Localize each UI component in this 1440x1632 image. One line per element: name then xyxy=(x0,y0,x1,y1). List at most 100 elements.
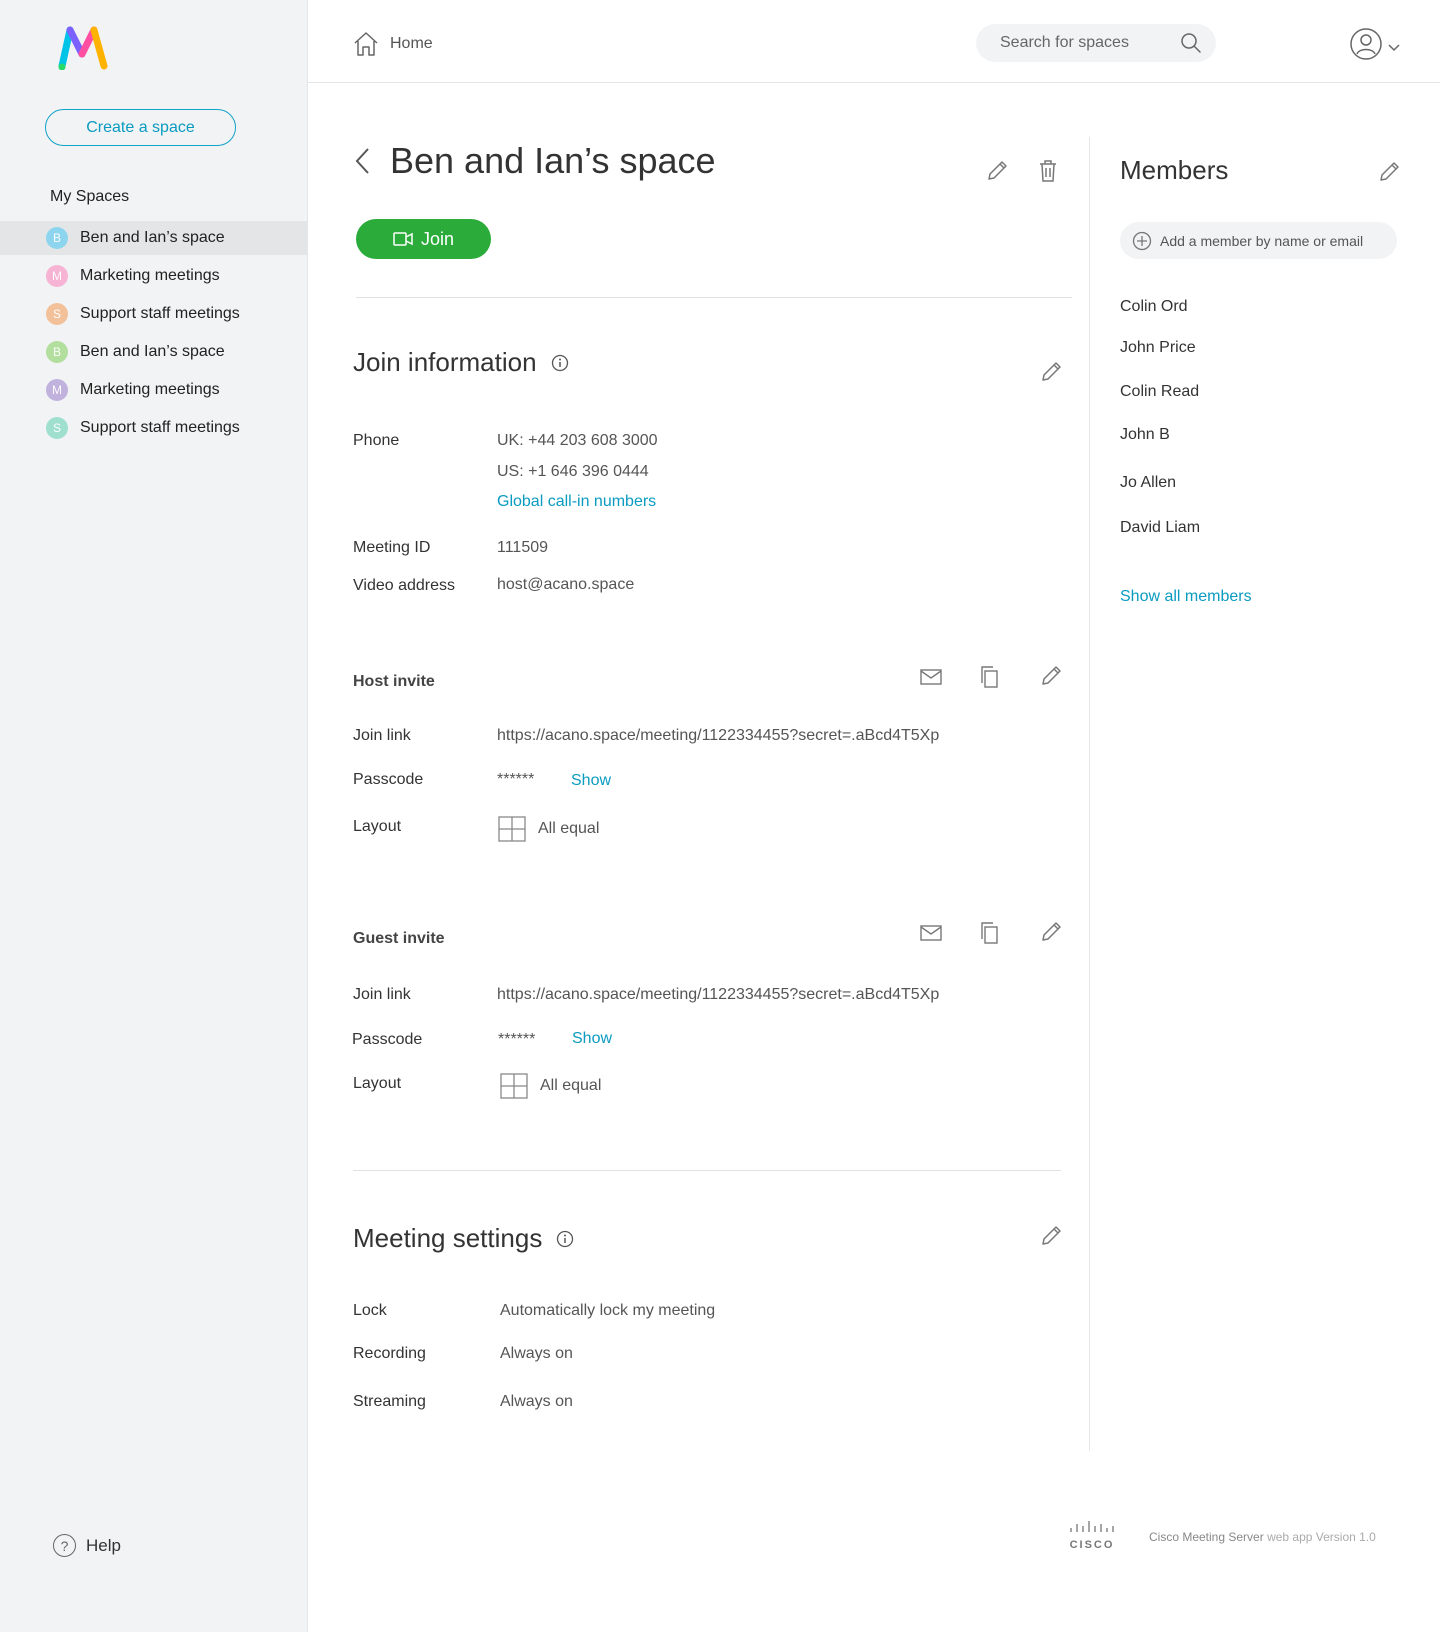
user-avatar-icon xyxy=(1350,28,1382,60)
show-all-members-link[interactable]: Show all members xyxy=(1120,588,1252,606)
host-copy-icon[interactable] xyxy=(979,665,1001,689)
app-logo-icon xyxy=(58,26,108,70)
meeting-settings-title: Meeting settings xyxy=(353,1223,543,1253)
guest-passcode-value: ****** xyxy=(498,1031,536,1048)
recording-label: Recording xyxy=(353,1345,426,1362)
space-item-label: Ben and Ian’s space xyxy=(80,343,225,360)
host-layout-text: All equal xyxy=(538,820,600,837)
host-layout-value: All equal xyxy=(498,816,599,842)
help-label: Help xyxy=(86,1535,121,1555)
space-item[interactable]: M Marketing meetings xyxy=(0,373,307,407)
space-header: Ben and Ian’s space xyxy=(354,140,716,182)
home-link[interactable]: Home xyxy=(352,30,433,58)
space-item[interactable]: S Support staff meetings xyxy=(0,411,307,445)
guest-email-icon[interactable] xyxy=(919,923,943,943)
edit-settings-pencil-icon[interactable] xyxy=(1039,1224,1063,1248)
back-arrow-icon[interactable] xyxy=(354,146,372,176)
space-item[interactable]: B Ben and Ian’s space xyxy=(0,221,307,255)
members-panel-divider xyxy=(1089,137,1090,1451)
phone-us: US: +1 646 396 0444 xyxy=(497,463,649,480)
layout-grid-icon xyxy=(500,1073,528,1099)
home-label: Home xyxy=(390,35,433,52)
host-passcode-value: ****** xyxy=(497,771,535,788)
join-info-heading: Join information xyxy=(353,347,569,378)
space-item[interactable]: M Marketing meetings xyxy=(0,259,307,293)
join-label: Join xyxy=(420,228,455,249)
space-item-label: Support staff meetings xyxy=(80,305,240,322)
delete-trash-icon[interactable] xyxy=(1037,159,1059,183)
space-item-label: Marketing meetings xyxy=(80,381,220,398)
phone-uk: UK: +44 203 608 3000 xyxy=(497,432,658,449)
search-input[interactable] xyxy=(1000,34,1170,52)
member-item[interactable]: John B xyxy=(1120,426,1170,444)
host-join-link-label: Join link xyxy=(353,727,411,744)
member-item[interactable]: Colin Ord xyxy=(1120,298,1188,316)
host-join-link-value[interactable]: https://acano.space/meeting/1122334455?s… xyxy=(497,727,939,745)
space-avatar: S xyxy=(46,303,68,325)
host-edit-pencil-icon[interactable] xyxy=(1039,664,1063,688)
space-avatar: S xyxy=(46,417,68,439)
search-icon[interactable] xyxy=(1180,32,1202,54)
global-call-in-link[interactable]: Global call-in numbers xyxy=(497,493,656,511)
cisco-wordmark: CISCO xyxy=(1069,1539,1115,1551)
member-item[interactable]: Colin Read xyxy=(1120,383,1199,401)
video-address-value: host@acano.space xyxy=(497,576,635,593)
edit-join-info-pencil-icon[interactable] xyxy=(1039,360,1063,384)
host-passcode-label: Passcode xyxy=(353,771,424,788)
member-item[interactable]: John Price xyxy=(1120,339,1196,357)
help-icon: ? xyxy=(53,1534,76,1557)
host-invite-heading: Host invite xyxy=(353,673,435,690)
recording-value: Always on xyxy=(500,1345,573,1362)
guest-layout-label: Layout xyxy=(353,1075,402,1092)
meeting-id-label: Meeting ID xyxy=(353,539,431,556)
cisco-logo: CISCO xyxy=(1068,1520,1116,1551)
cisco-bars-icon xyxy=(1070,1521,1114,1532)
host-email-icon[interactable] xyxy=(919,667,943,687)
create-space-button[interactable]: Create a space xyxy=(45,109,236,146)
guest-show-passcode-link[interactable]: Show xyxy=(572,1030,612,1048)
space-avatar: B xyxy=(46,227,68,249)
edit-space-pencil-icon[interactable] xyxy=(985,159,1009,183)
join-info-title: Join information xyxy=(353,347,537,377)
user-menu[interactable] xyxy=(1350,28,1402,60)
guest-layout-value: All equal xyxy=(500,1073,601,1099)
top-bar: Home xyxy=(308,0,1440,83)
space-item-label: Marketing meetings xyxy=(80,267,220,284)
info-icon[interactable] xyxy=(556,1230,574,1248)
footer-product: Cisco Meeting Server xyxy=(1149,1530,1264,1544)
guest-passcode-label: Passcode xyxy=(352,1031,423,1048)
space-item-label: Ben and Ian’s space xyxy=(80,229,225,246)
page-title: Ben and Ian’s space xyxy=(390,140,716,181)
space-item[interactable]: S Support staff meetings xyxy=(0,297,307,331)
add-member-placeholder: Add a member by name or email xyxy=(1160,232,1364,249)
space-item[interactable]: B Ben and Ian’s space xyxy=(0,335,307,369)
guest-join-link-value[interactable]: https://acano.space/meeting/1122334455?s… xyxy=(497,986,939,1004)
guest-layout-text: All equal xyxy=(540,1077,602,1094)
host-layout-label: Layout xyxy=(353,818,402,835)
join-button[interactable]: Join xyxy=(356,219,491,259)
help-link[interactable]: ? Help xyxy=(53,1534,121,1557)
guest-copy-icon[interactable] xyxy=(979,921,1001,945)
edit-members-pencil-icon[interactable] xyxy=(1377,160,1401,184)
video-camera-icon xyxy=(393,232,413,246)
space-avatar: M xyxy=(46,379,68,401)
header-divider xyxy=(356,297,1072,298)
plus-circle-icon xyxy=(1132,231,1152,250)
footer-version: Cisco Meeting Server web app Version 1.0 xyxy=(1149,1530,1376,1544)
meeting-settings-heading: Meeting settings xyxy=(353,1223,574,1254)
my-spaces-heading: My Spaces xyxy=(50,188,130,205)
lock-label: Lock xyxy=(353,1302,387,1319)
member-item[interactable]: David Liam xyxy=(1120,519,1200,537)
search-bar xyxy=(976,24,1216,62)
settings-divider xyxy=(353,1170,1061,1171)
footer-version-text: web app Version 1.0 xyxy=(1267,1530,1376,1544)
meeting-id-value: 111509 xyxy=(497,539,549,556)
guest-edit-pencil-icon[interactable] xyxy=(1039,920,1063,944)
streaming-value: Always on xyxy=(500,1393,573,1410)
info-icon[interactable] xyxy=(551,354,569,372)
space-avatar: B xyxy=(46,341,68,363)
space-item-label: Support staff meetings xyxy=(80,419,240,436)
host-show-passcode-link[interactable]: Show xyxy=(571,772,611,790)
member-item[interactable]: Jo Allen xyxy=(1120,474,1176,492)
add-member-input[interactable]: Add a member by name or email xyxy=(1120,222,1397,259)
